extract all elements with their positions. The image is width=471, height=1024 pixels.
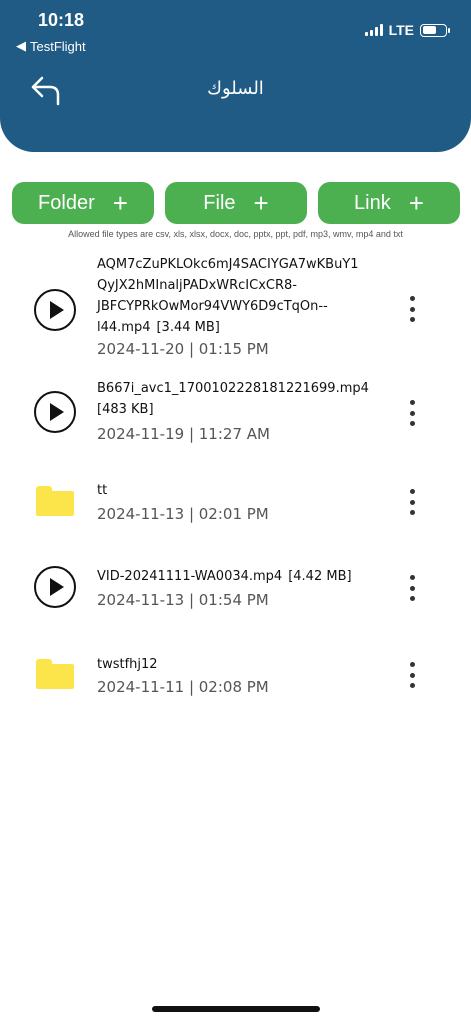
folder-icon bbox=[36, 486, 74, 516]
play-icon[interactable] bbox=[34, 289, 76, 331]
item-name-part: l44.mp4 bbox=[97, 320, 151, 335]
status-time: 10:18 bbox=[38, 10, 85, 30]
item-size: [483 KB] bbox=[97, 402, 154, 417]
plus-icon: + bbox=[253, 188, 269, 218]
add-link-button[interactable]: Link + bbox=[318, 182, 460, 224]
list-item[interactable]: tt 2024-11-13 | 02:01 PM bbox=[0, 480, 471, 530]
add-folder-button[interactable]: Folder + bbox=[12, 182, 154, 224]
action-buttons: Folder + File + Link + bbox=[12, 182, 460, 224]
play-icon[interactable] bbox=[34, 566, 76, 608]
item-name: tt bbox=[97, 483, 108, 498]
plus-icon: + bbox=[408, 188, 424, 218]
battery-icon bbox=[420, 23, 450, 37]
more-options-icon[interactable] bbox=[400, 400, 424, 426]
list-item[interactable]: B667i_avc1_1700102228181221699.mp4 [483 … bbox=[0, 378, 471, 448]
list-item[interactable]: AQM7cZuPKLOkc6mJ4SACIYGA7wKBuY1 QyJX2hMI… bbox=[0, 254, 471, 366]
page-title: السلوك bbox=[207, 78, 264, 99]
item-size: [4.42 MB] bbox=[288, 569, 352, 584]
header-bar: 10:18 ◀ TestFlight LTE السلوك bbox=[0, 0, 471, 152]
back-app-label: TestFlight bbox=[30, 38, 86, 54]
item-name-line: AQM7cZuPKLOkc6mJ4SACIYGA7wKBuY1 bbox=[97, 257, 359, 272]
more-options-icon[interactable] bbox=[400, 489, 424, 515]
add-folder-label: Folder bbox=[38, 191, 95, 214]
home-indicator[interactable] bbox=[152, 1006, 320, 1012]
item-date: 2024-11-13 | 01:54 PM bbox=[97, 591, 269, 609]
list-item[interactable]: VID-20241111-WA0034.mp4 [4.42 MB] 2024-11… bbox=[0, 566, 471, 616]
item-date: 2024-11-11 | 02:08 PM bbox=[97, 678, 269, 696]
item-name: VID-20241111-WA0034.mp4 [4.42 MB] bbox=[97, 566, 397, 587]
item-date: 2024-11-20 | 01:15 PM bbox=[97, 340, 269, 358]
plus-icon: + bbox=[112, 188, 128, 218]
item-size: [3.44 MB] bbox=[156, 320, 220, 335]
play-icon[interactable] bbox=[34, 391, 76, 433]
item-name: twstfhj12 bbox=[97, 657, 158, 672]
item-name-line: QyJX2hMInaljPADxWRcICxCR8- bbox=[97, 278, 297, 293]
add-link-label: Link bbox=[354, 191, 391, 214]
network-label: LTE bbox=[388, 22, 414, 38]
status-indicators: LTE bbox=[364, 22, 450, 38]
item-name-line: l44.mp4 [3.44 MB] bbox=[97, 317, 387, 338]
back-triangle-icon: ◀ bbox=[16, 38, 26, 53]
more-options-icon[interactable] bbox=[400, 575, 424, 601]
item-name-line: JBFCYPRkOwMor94VWY6D9cTqOn-- bbox=[97, 299, 328, 314]
more-options-icon[interactable] bbox=[400, 662, 424, 688]
item-name-part: VID-20241111-WA0034.mp4 bbox=[97, 569, 283, 584]
item-date: 2024-11-19 | 11:27 AM bbox=[97, 425, 270, 443]
back-to-app-link[interactable]: ◀ TestFlight bbox=[16, 38, 86, 54]
folder-icon bbox=[36, 659, 74, 689]
more-options-icon[interactable] bbox=[400, 296, 424, 322]
list-item[interactable]: twstfhj12 2024-11-11 | 02:08 PM bbox=[0, 654, 471, 704]
item-date: 2024-11-13 | 02:01 PM bbox=[97, 505, 269, 523]
item-name: B667i_avc1_1700102228181221699.mp4 [483 … bbox=[97, 378, 387, 420]
allowed-file-types-note: Allowed file types are csv, xls, xlsx, d… bbox=[68, 229, 403, 239]
add-file-button[interactable]: File + bbox=[165, 182, 307, 224]
add-file-label: File bbox=[203, 191, 236, 214]
item-name-line: B667i_avc1_1700102228181221699.mp4 bbox=[97, 381, 369, 396]
signal-icon bbox=[364, 24, 383, 36]
item-name: AQM7cZuPKLOkc6mJ4SACIYGA7wKBuY1 QyJX2hMI… bbox=[97, 254, 387, 338]
